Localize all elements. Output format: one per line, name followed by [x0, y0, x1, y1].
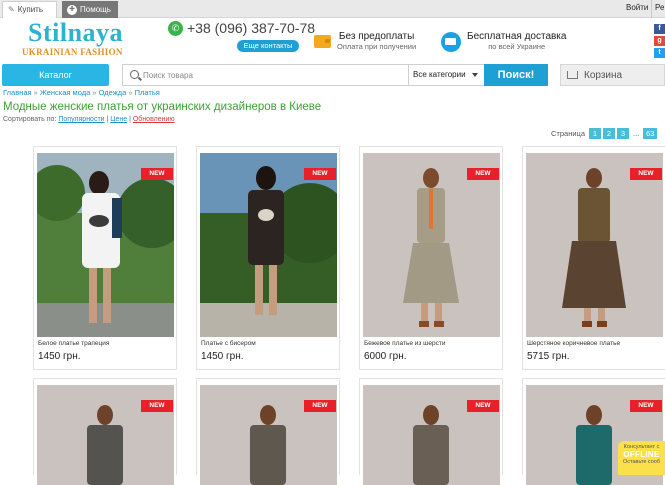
breadcrumb: Главная » Женская мода » Одежда » Платья	[3, 88, 160, 97]
cart-button[interactable]: Корзина	[560, 64, 665, 86]
top-bar: ✎ Купить ✚ Помощь Войти Ре	[0, 0, 665, 18]
product-image[interactable]	[363, 153, 500, 337]
product-price: 1450 грн.	[38, 351, 81, 362]
product-image[interactable]	[37, 153, 174, 337]
social-links: f g t	[654, 24, 665, 60]
truck-icon	[441, 31, 461, 52]
page-link[interactable]: 3	[617, 128, 629, 139]
sort-label: Сортировать по:	[3, 116, 57, 123]
category-select-value: Все категории	[413, 70, 466, 79]
new-badge: NEW	[141, 400, 173, 412]
chat-widget-status: OFFLINE	[623, 450, 660, 459]
site-logo[interactable]: Stilnaya UKRAINIAN FASHION	[22, 18, 142, 58]
page-title: Модные женские платья от украинских диза…	[3, 101, 322, 113]
login-link[interactable]: Войти	[626, 3, 648, 12]
breadcrumb-item[interactable]: Платья	[135, 88, 160, 97]
feature-subtitle: по всей Украине	[488, 42, 546, 51]
product-name[interactable]: Бежевое платье из шерсти	[364, 340, 445, 347]
chat-widget-line: Оставьте сооб	[622, 459, 661, 465]
product-card[interactable]: NEW Платье с бисером 1450 грн.	[196, 146, 340, 370]
new-badge: NEW	[630, 168, 662, 180]
product-name[interactable]: Белое платье трапеция	[38, 340, 109, 347]
product-price: 1450 грн.	[201, 351, 244, 362]
phone-block: ✆ +38 (096) 387-70-78	[168, 20, 315, 36]
logo-name: Stilnaya	[28, 18, 124, 47]
twitter-icon[interactable]: t	[654, 48, 665, 58]
feature-title: Бесплатная доставка	[467, 31, 567, 42]
category-select[interactable]: Все категории	[408, 65, 483, 85]
cart-label: Корзина	[584, 69, 623, 81]
tab-buy-label: Купить	[17, 5, 43, 14]
divider	[651, 0, 652, 18]
product-name[interactable]: Платье с бисером	[201, 340, 256, 347]
pagination-ellipsis: ...	[633, 129, 640, 138]
phone-number[interactable]: +38 (096) 387-70-78	[187, 20, 315, 36]
product-card[interactable]: NEW	[359, 378, 503, 485]
breadcrumb-item[interactable]: Одежда	[99, 88, 127, 97]
pagination: Страница 1 2 3 ... 63	[551, 128, 658, 139]
page-link[interactable]: 1	[589, 128, 601, 139]
feature-free-delivery: Бесплатная доставка по всей Украине	[441, 31, 566, 52]
sort-bar: Сортировать по: Популярности | Цене | Об…	[3, 116, 175, 123]
product-card[interactable]: NEW	[196, 378, 340, 485]
search-button[interactable]: Поиск!	[484, 64, 548, 86]
tab-buy[interactable]: ✎ Купить	[2, 1, 57, 18]
product-price: 6000 грн.	[364, 351, 407, 362]
product-image[interactable]	[200, 153, 337, 337]
cart-icon	[567, 71, 578, 79]
facebook-icon[interactable]: f	[654, 24, 665, 34]
help-icon: ✚	[67, 4, 77, 15]
page-link[interactable]: 2	[603, 128, 615, 139]
feature-subtitle: Оплата при получении	[337, 42, 417, 51]
chevron-down-icon	[472, 73, 478, 77]
register-link[interactable]: Ре	[655, 3, 664, 12]
google-plus-icon[interactable]: g	[654, 36, 665, 46]
sort-updated[interactable]: Обновлению	[133, 116, 175, 123]
feature-title: Без предоплаты	[338, 31, 415, 42]
new-badge: NEW	[304, 400, 336, 412]
search-bar: Все категории Поиск!	[122, 64, 548, 86]
cart-small-icon: ✎	[8, 5, 15, 14]
product-image[interactable]	[526, 153, 663, 337]
product-price: 5715 грн.	[527, 351, 570, 362]
product-name[interactable]: Шерстяное коричневое платье	[527, 340, 620, 347]
chat-widget[interactable]: Консультант с OFFLINE Оставьте сооб	[618, 441, 665, 475]
more-contacts-button[interactable]: Еще контакты	[237, 40, 299, 52]
new-badge: NEW	[141, 168, 173, 180]
search-input[interactable]	[143, 68, 403, 83]
new-badge: NEW	[467, 400, 499, 412]
sort-price[interactable]: Цене	[110, 116, 127, 123]
feature-no-prepayment: Без предоплаты Оплата при получении	[314, 31, 416, 52]
product-card[interactable]: NEW Белое платье трапеция 1450 грн.	[33, 146, 177, 370]
whatsapp-icon[interactable]: ✆	[168, 20, 183, 36]
product-card[interactable]: NEW	[33, 378, 177, 485]
pagination-label: Страница	[551, 129, 585, 138]
tab-help[interactable]: ✚ Помощь	[62, 1, 118, 18]
catalog-button[interactable]: Каталог	[2, 64, 109, 86]
search-icon	[130, 70, 139, 79]
sort-popularity[interactable]: Популярности	[58, 116, 104, 123]
logo-tagline: UKRAINIAN FASHION	[22, 47, 123, 57]
product-card[interactable]: NEW Шерстяное коричневое платье 5715 грн…	[522, 146, 665, 370]
new-badge: NEW	[630, 400, 662, 412]
page-link-last[interactable]: 63	[643, 128, 658, 139]
new-badge: NEW	[304, 168, 336, 180]
tab-help-label: Помощь	[80, 4, 111, 14]
product-card[interactable]: NEW Бежевое платье из шерсти 6000 грн.	[359, 146, 503, 370]
breadcrumb-item[interactable]: Главная	[3, 88, 32, 97]
wallet-icon	[314, 35, 331, 48]
new-badge: NEW	[467, 168, 499, 180]
breadcrumb-item[interactable]: Женская мода	[40, 88, 90, 97]
